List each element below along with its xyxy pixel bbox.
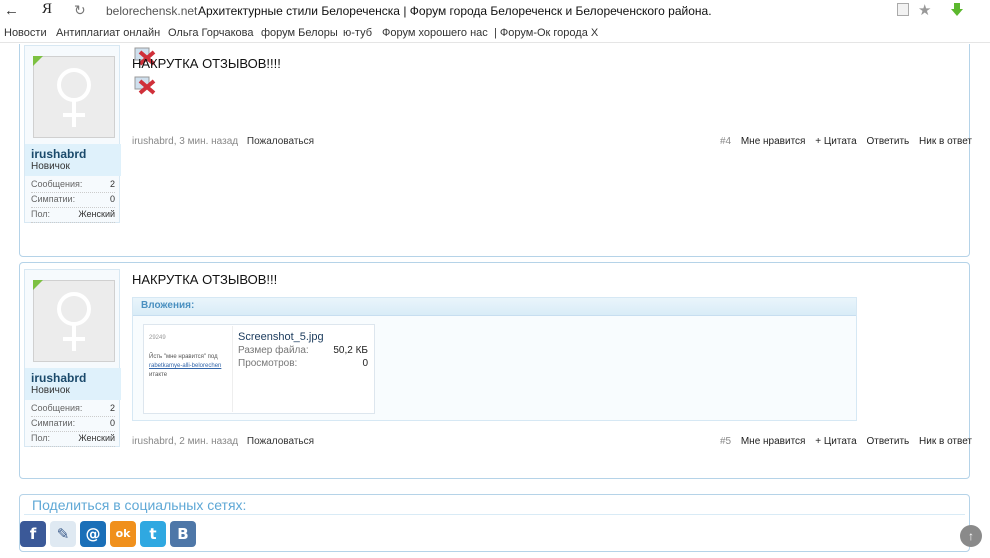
report-link[interactable]: Пожаловаться [247,436,314,447]
forum-post: irushabrd Новичок Сообщения: 2 Симпатии: 0… [19,44,972,257]
share-title: Поделиться в социальных сетях: [32,497,247,513]
post-time[interactable]: 3 мин. назад [179,136,238,147]
report-link[interactable]: Пожаловаться [247,136,314,147]
stat-messages: Сообщения: 2 [31,403,115,417]
stat-gender: Пол: Женский [31,209,115,223]
stat-likes: Симпатии: 0 [31,194,115,208]
thumb-number: 29249 [149,335,166,341]
user-stats: Сообщения: 2 Симпатии: 0 Пол: Женский [25,402,121,447]
thumb-text-2: итакте [149,372,168,378]
facebook-icon[interactable]: f [20,521,46,547]
attachment-filename[interactable]: Screenshot_5.jpg [238,331,324,343]
username[interactable]: irushabrd [31,147,115,161]
twitter-icon[interactable]: t [140,521,166,547]
avatar[interactable] [33,280,115,362]
user-info-panel: irushabrd Новичок Сообщения: 2 Симпатии: 0… [24,45,121,223]
forum-content: irushabrd Новичок Сообщения: 2 Симпатии: 0… [0,44,990,558]
bookmark-item[interactable]: | Форум-Ок города Х [494,27,598,39]
username-block: irushabrd Новичок [25,144,121,176]
reply-link[interactable]: Ответить [866,136,909,147]
reply-link[interactable]: Ответить [866,436,909,447]
avatar[interactable] [33,56,115,138]
bookmark-item[interactable]: ю-туб [343,27,372,39]
post-meta: irushabrd, 3 мин. назад Пожаловаться #4 … [132,136,972,147]
user-info-panel: irushabrd Новичок Сообщения: 2 Симпатии: 0… [24,269,121,447]
reload-icon[interactable]: ↻ [74,2,86,19]
stat-gender: Пол: Женский [31,433,115,447]
file-size-row: Размер файла: 50,2 КБ [238,345,368,356]
nick-reply-link[interactable]: Ник в ответ [919,436,972,447]
bookmark-item[interactable]: Антиплагиат онлайн [56,27,160,39]
female-avatar-icon [57,292,91,351]
reader-mode-icon[interactable] [897,3,909,16]
post-number[interactable]: #5 [720,436,731,447]
quote-link[interactable]: + Цитата [815,436,856,447]
forum-post: irushabrd Новичок Сообщения: 2 Симпатии: 0… [19,262,972,479]
post-message: НАКРУТКА ОТЗЫВОВ!!! [132,272,278,287]
post-time[interactable]: 2 мин. назад [179,436,238,447]
post-actions: #5 Мне нравится + Цитата Ответить Ник в … [713,436,972,447]
username[interactable]: irushabrd [31,371,115,385]
divider [24,514,965,515]
odnoklassniki-icon[interactable]: ok [110,521,136,547]
user-rank: Новичок [31,385,70,396]
attachment-card[interactable]: 29249 Йсть "мне нравится" под rabetkamye… [143,324,375,414]
bookmark-item[interactable]: Форум хорошего нас [382,27,488,39]
back-icon[interactable]: ← [4,2,19,19]
post-actions: #4 Мне нравится + Цитата Ответить Ник в … [713,136,972,147]
broken-image-icon [134,76,156,95]
attachments-block: Вложения: 29249 Йсть "мне нравится" под … [132,297,857,421]
post-author[interactable]: irushabrd [132,136,174,147]
browser-toolbar: ← Я ↻ belorechensk.net Архитектурные сти… [0,0,990,22]
user-rank: Новичок [31,161,70,172]
scroll-to-top-icon[interactable]: ↑ [960,525,982,547]
username-block: irushabrd Новичок [25,368,121,400]
bookmarks-bar: Новости Антиплагиат онлайн Ольга Горчако… [0,23,990,43]
attachments-header: Вложения: [133,298,856,316]
bookmark-item[interactable]: Ольга Горчакова [168,27,253,39]
share-block: Поделиться в социальных сетях: f ✎ @ ok … [19,494,970,552]
online-marker [33,56,43,66]
vkontakte-icon[interactable]: B [170,521,196,547]
post-meta: irushabrd, 2 мин. назад Пожаловаться #5 … [132,436,972,447]
post-author[interactable]: irushabrd [132,436,174,447]
bookmark-item[interactable]: Новости [4,27,47,39]
nick-reply-link[interactable]: Ник в ответ [919,136,972,147]
livejournal-icon[interactable]: ✎ [50,521,76,547]
bookmark-star-icon[interactable]: ★ [918,1,931,19]
female-avatar-icon [57,68,91,127]
bookmark-item[interactable]: форум Белоры [261,27,338,39]
stat-messages: Сообщения: 2 [31,179,115,193]
online-marker [33,280,43,290]
post-number[interactable]: #4 [720,136,731,147]
thumb-link: rabetkamye-alli-belorechen [149,363,222,369]
like-link[interactable]: Мне нравится [741,136,806,147]
attachment-thumbnail[interactable]: 29249 Йсть "мне нравится" под rabetkamye… [145,326,233,412]
address-domain[interactable]: belorechensk.net [106,4,197,18]
yandex-logo[interactable]: Я [42,1,52,18]
user-stats: Сообщения: 2 Симпатии: 0 Пол: Женский [25,178,121,223]
quote-link[interactable]: + Цитата [815,136,856,147]
file-views-row: Просмотров: 0 [238,358,368,369]
stat-likes: Симпатии: 0 [31,418,115,432]
page-title[interactable]: Архитектурные стили Белореченска | Форум… [198,4,712,18]
like-link[interactable]: Мне нравится [741,436,806,447]
mailru-icon[interactable]: @ [80,521,106,547]
post-message: НАКРУТКА ОТЗЫВОВ!!!! [132,56,281,71]
thumb-text: Йсть "мне нравится" под [149,354,218,360]
download-icon[interactable] [949,2,965,18]
